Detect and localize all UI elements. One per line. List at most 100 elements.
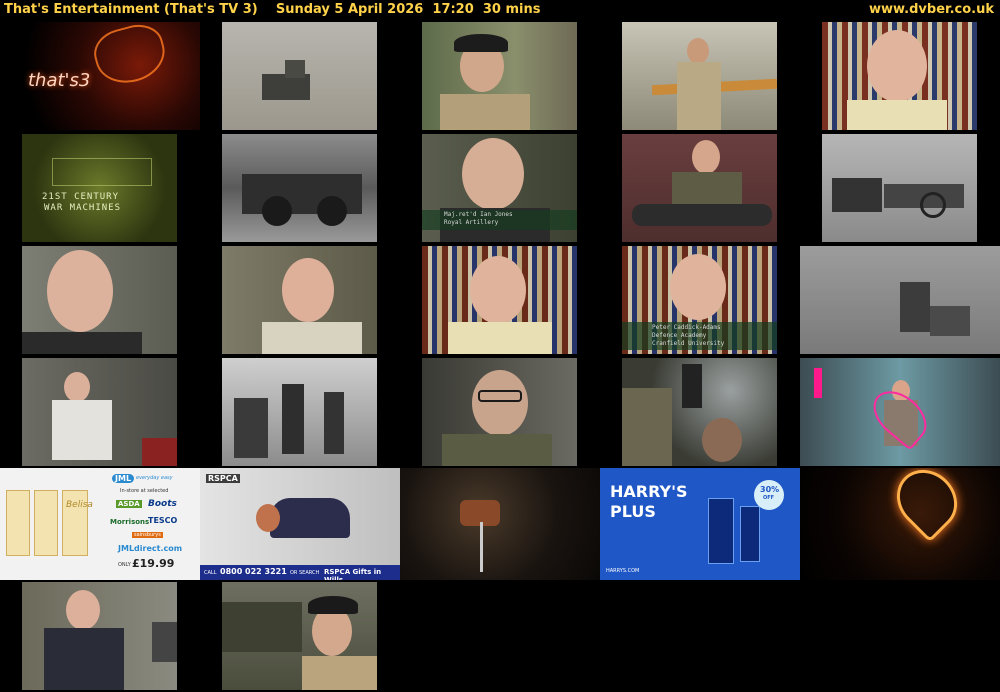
uniform	[302, 656, 377, 690]
suit	[44, 628, 124, 690]
thumbnail-soldier-glasses[interactable]	[400, 356, 600, 468]
product-box	[34, 490, 58, 556]
face	[462, 138, 524, 210]
glasses	[478, 390, 522, 402]
fork	[480, 522, 483, 572]
thumbnail-soldier-beret[interactable]	[200, 580, 400, 692]
frame	[222, 358, 377, 466]
thumbnail-ad-harrys[interactable]: HARRY'S PLUS 30% OFF HARRYS.COM	[600, 468, 800, 580]
jml-logo: JML	[112, 474, 135, 483]
thumbnail-veteran-interview[interactable]: Maj.ret'd Ian Jones Royal Artillery	[400, 132, 600, 244]
shirt	[847, 100, 947, 130]
frame	[22, 358, 177, 466]
caption-b-line3: Cranfield University	[652, 340, 725, 347]
gun	[930, 306, 970, 336]
wheel	[262, 196, 292, 226]
or-search: OR SEARCH	[290, 570, 320, 576]
thumbnail-presenter-caption[interactable]: Peter Caddick-Adams Defence Academy Cran…	[600, 244, 800, 356]
uniform	[672, 172, 742, 206]
frame	[400, 468, 600, 580]
badge-sub: OFF	[763, 495, 775, 501]
thumbnail-ad-food[interactable]	[400, 468, 600, 580]
thumbnail-ident-heart[interactable]	[800, 468, 1000, 580]
frame	[622, 22, 777, 130]
frame	[22, 582, 177, 690]
face	[64, 372, 90, 402]
equipment	[152, 622, 177, 662]
thumbnail-soldier-barrel[interactable]	[600, 20, 800, 132]
jacket	[22, 332, 142, 354]
frame	[422, 22, 577, 130]
uniform	[442, 434, 552, 466]
thumbnail-veteran-standing[interactable]	[0, 580, 200, 692]
frame	[622, 134, 777, 242]
thumbnail-intertitle[interactable]: 21st Century War Machines	[0, 132, 200, 244]
thumbnail-presenter-shelf-2[interactable]	[400, 244, 600, 356]
heart-shape	[884, 468, 970, 543]
frame	[222, 582, 377, 690]
thumbnail-ad-rspca[interactable]: RSPCA CALL 0800 022 3221 OR SEARCH RSPCA…	[200, 468, 400, 580]
frame	[622, 358, 777, 466]
store-asda: ASDA	[116, 500, 142, 508]
beret	[308, 596, 358, 614]
face	[692, 140, 720, 174]
thumbnail-veteran-closeup[interactable]	[0, 244, 200, 356]
uniform	[440, 94, 530, 130]
site-link[interactable]: www.dvber.co.uk	[869, 2, 994, 17]
face	[702, 418, 742, 462]
thumbnail-archive-vehicle[interactable]	[200, 132, 400, 244]
thumbnail-archive-gun-crew[interactable]	[800, 244, 1000, 356]
shirt	[448, 322, 552, 354]
thumbnail-soldier-interview[interactable]	[400, 20, 600, 132]
frame	[22, 246, 177, 354]
thumbnail-ad-jml[interactable]: Belisa JML everyday easy In-store at sel…	[0, 468, 200, 580]
launcher-pods	[285, 60, 305, 78]
thumbnail-desert-launcher[interactable]	[200, 20, 400, 132]
outline-graphic	[52, 158, 152, 186]
harrys-line1: HARRY'S	[610, 482, 688, 501]
thumbnail-ident-woman[interactable]	[800, 356, 1000, 468]
thumbnail-presenter-standing[interactable]	[0, 356, 200, 468]
thumbnail-archive-horses[interactable]	[800, 132, 1000, 244]
harrys-line2: PLUS	[610, 502, 656, 521]
face	[66, 590, 100, 630]
product-can	[740, 506, 760, 562]
face	[470, 256, 526, 324]
product-box	[6, 490, 30, 556]
call-label: CALL	[204, 570, 217, 576]
thumbnail-presenter-artillery[interactable]	[200, 244, 400, 356]
price-prefix: ONLY	[118, 562, 131, 568]
vehicle	[142, 438, 177, 466]
jml-url: JMLdirect.com	[118, 544, 183, 553]
store-sainsburys: sainsburys	[132, 532, 163, 538]
frame	[222, 22, 377, 130]
thumbnail-archive-soldiers[interactable]	[200, 356, 400, 468]
uniform	[677, 62, 721, 130]
frame	[800, 358, 1000, 466]
frame: Maj.ret'd Ian Jones Royal Artillery	[422, 134, 577, 242]
thumbnail-grid: that's3 21st Century War Ma	[0, 20, 1000, 692]
thumbnail-soldier-in-tank[interactable]	[600, 356, 800, 468]
frame: 21st Century War Machines	[22, 134, 177, 242]
thumbnail-channel-ident[interactable]: that's3	[0, 20, 200, 132]
frame: Peter Caddick-Adams Defence Academy Cran…	[622, 246, 777, 354]
jml-tagline: everyday easy	[136, 475, 173, 481]
face	[472, 370, 528, 436]
rspca-phone: 0800 022 3221	[220, 567, 287, 576]
wheel	[317, 196, 347, 226]
thumbnail-presenter-bookshelf[interactable]	[800, 20, 1000, 132]
frame	[422, 246, 577, 354]
figure	[270, 498, 350, 538]
heart-sparkle	[89, 22, 171, 91]
neon-sign	[814, 368, 822, 398]
caption-b-line1: Peter Caddick-Adams	[652, 324, 721, 331]
frame	[822, 22, 977, 130]
frame	[222, 246, 377, 354]
horse	[832, 178, 882, 212]
product-pack	[708, 498, 734, 564]
face	[282, 258, 334, 322]
frame	[222, 134, 377, 242]
thumbnail-soldier-with-barrel[interactable]	[600, 132, 800, 244]
soldier	[282, 384, 304, 454]
caption-a-line1: Maj.ret'd Ian Jones	[444, 211, 513, 218]
